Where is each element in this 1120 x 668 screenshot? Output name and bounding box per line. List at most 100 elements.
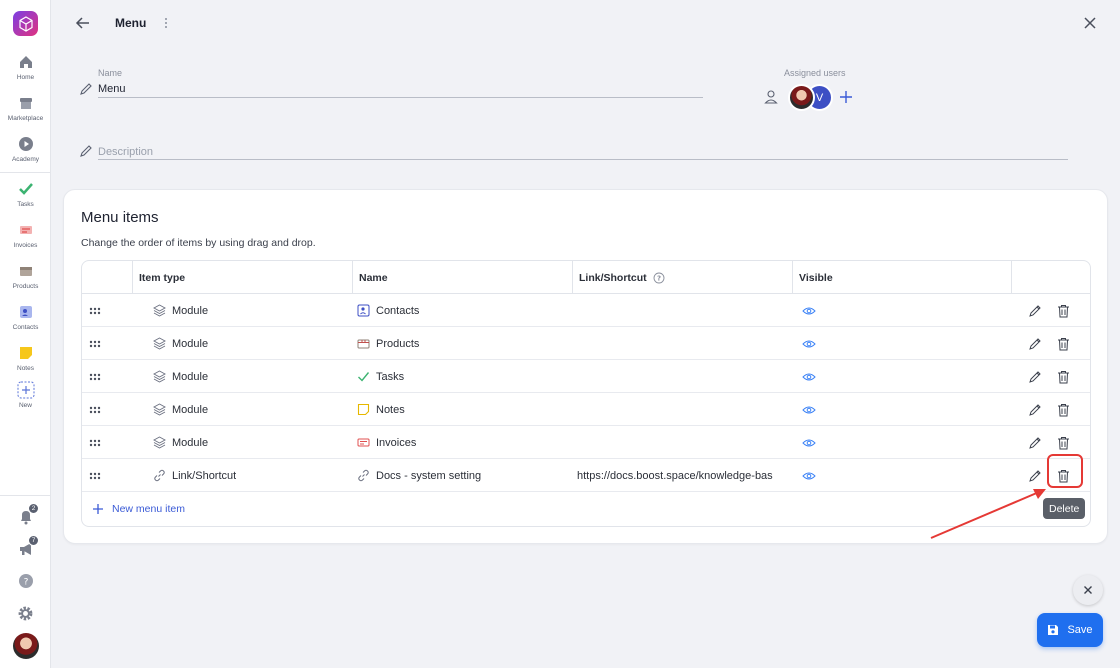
box-icon xyxy=(357,337,370,350)
announcements-button[interactable]: 7 xyxy=(0,535,51,559)
settings-button[interactable] xyxy=(0,603,51,623)
note-icon xyxy=(16,343,36,363)
trash-icon[interactable] xyxy=(1057,327,1073,360)
item-type-cell: Module xyxy=(153,327,208,360)
link-cell xyxy=(577,360,791,393)
table-row[interactable]: Module Products xyxy=(82,327,1090,360)
home-icon xyxy=(16,52,36,72)
dismiss-button[interactable] xyxy=(1073,575,1103,605)
name-input[interactable] xyxy=(98,80,703,98)
drag-handle-icon[interactable] xyxy=(89,327,103,360)
drag-handle-icon[interactable] xyxy=(89,426,103,459)
sidebar-item-marketplace[interactable]: Marketplace xyxy=(0,93,51,122)
sidebar-item-invoices[interactable]: Invoices xyxy=(0,220,51,249)
eye-icon[interactable] xyxy=(802,426,820,459)
trash-icon[interactable] xyxy=(1057,294,1073,327)
close-icon xyxy=(1084,586,1092,594)
user-icon xyxy=(764,90,778,104)
drag-handle-icon[interactable] xyxy=(89,393,103,426)
avatar xyxy=(12,633,39,659)
name-cell: Products xyxy=(357,327,419,360)
item-type-cell: Link/Shortcut xyxy=(153,459,236,492)
edit-pencil-icon[interactable] xyxy=(1028,426,1044,459)
note-icon xyxy=(357,403,370,416)
play-icon xyxy=(16,134,36,154)
link-cell: https://docs.boost.space/knowledge-bas xyxy=(577,469,773,482)
new-menu-item-button[interactable]: New menu item xyxy=(92,499,185,519)
name-label: Name xyxy=(98,68,123,78)
menu-items-subtitle: Change the order of items by using drag … xyxy=(81,237,316,249)
more-vertical-icon[interactable] xyxy=(160,14,172,32)
trash-icon[interactable] xyxy=(1057,360,1073,393)
link-cell xyxy=(577,426,791,459)
trash-icon[interactable] xyxy=(1057,393,1073,426)
sidebar-item-contacts[interactable]: Contacts xyxy=(0,302,51,331)
link-icon xyxy=(357,469,370,482)
item-type-cell: Module xyxy=(153,360,208,393)
sidebar-item-new[interactable]: New xyxy=(0,380,51,409)
eye-icon[interactable] xyxy=(802,327,820,360)
question-circle-icon[interactable]: ? xyxy=(653,272,665,284)
store-icon xyxy=(16,93,36,113)
sidebar-divider xyxy=(0,172,51,173)
plus-icon xyxy=(16,380,36,400)
svg-text:?: ? xyxy=(23,578,28,588)
menu-items-title: Menu items xyxy=(81,209,159,226)
column-header-name: Name xyxy=(352,261,572,294)
edit-pencil-icon[interactable] xyxy=(1028,294,1044,327)
table-row[interactable]: Module Notes xyxy=(82,393,1090,426)
edit-pencil-icon[interactable] xyxy=(1028,393,1044,426)
eye-icon[interactable] xyxy=(802,459,820,492)
drag-handle-icon[interactable] xyxy=(89,459,103,492)
notifications-badge: 2 xyxy=(28,503,39,514)
assigned-user-avatar-1[interactable] xyxy=(788,84,815,111)
page-title: Menu xyxy=(115,16,147,30)
link-cell xyxy=(577,393,791,426)
eye-icon[interactable] xyxy=(802,360,820,393)
edit-pencil-icon[interactable] xyxy=(1028,327,1044,360)
sidebar-item-products[interactable]: Products xyxy=(0,261,51,290)
annotation-arrow-icon xyxy=(930,489,1046,539)
invoice-icon xyxy=(16,220,36,240)
profile-avatar[interactable] xyxy=(0,633,51,659)
layers-icon xyxy=(153,403,166,416)
table-row[interactable]: Module Invoices xyxy=(82,426,1090,459)
sidebar-item-academy[interactable]: Academy xyxy=(0,134,51,163)
delete-tooltip: Delete xyxy=(1043,498,1086,519)
box-icon xyxy=(16,261,36,281)
sidebar-item-notes[interactable]: Notes xyxy=(0,343,51,372)
edit-pencil-icon[interactable] xyxy=(1028,360,1044,393)
save-button[interactable]: Save xyxy=(1037,613,1103,647)
drag-handle-icon[interactable] xyxy=(89,294,103,327)
gear-icon xyxy=(16,603,36,623)
layers-icon xyxy=(153,370,166,383)
name-cell: Notes xyxy=(357,393,405,426)
app-logo[interactable] xyxy=(13,11,38,36)
column-header-link: Link/Shortcut ? xyxy=(572,261,792,294)
help-button[interactable]: ? xyxy=(0,571,51,591)
close-icon[interactable] xyxy=(1081,14,1099,32)
notifications-button[interactable]: 2 xyxy=(0,503,51,527)
description-input[interactable] xyxy=(98,144,1068,160)
link-cell xyxy=(577,294,791,327)
announcements-badge: 7 xyxy=(28,535,39,546)
eye-icon[interactable] xyxy=(802,393,820,426)
link-cell xyxy=(577,327,791,360)
drag-handle-icon[interactable] xyxy=(89,360,103,393)
help-icon: ? xyxy=(16,571,36,591)
add-user-plus-icon[interactable] xyxy=(838,89,854,105)
svg-text:?: ? xyxy=(657,274,661,282)
column-header-actions xyxy=(1011,261,1090,294)
table-row[interactable]: Module Tasks xyxy=(82,360,1090,393)
contacts-icon xyxy=(357,304,370,317)
link-icon xyxy=(153,469,166,482)
back-arrow-icon[interactable] xyxy=(74,14,92,32)
column-header-visible: Visible xyxy=(792,261,1011,294)
check-icon xyxy=(357,370,370,383)
sidebar-item-home[interactable]: Home xyxy=(0,52,51,81)
check-icon xyxy=(16,179,36,199)
sidebar-item-tasks[interactable]: Tasks xyxy=(0,179,51,208)
plus-icon xyxy=(93,504,103,514)
eye-icon[interactable] xyxy=(802,294,820,327)
table-row[interactable]: Module Contacts xyxy=(82,294,1090,327)
